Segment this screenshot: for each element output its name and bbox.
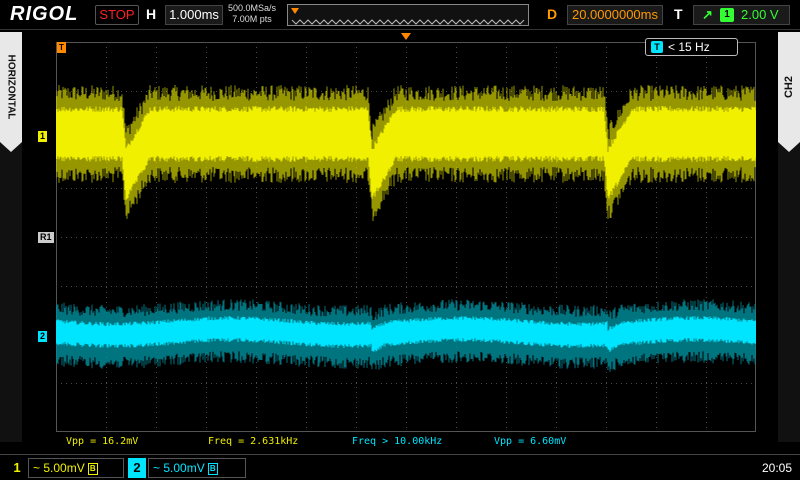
ch1-trace — [56, 85, 756, 221]
ch1-scale-box: ~ 5.00mV B — [28, 458, 124, 478]
trigger-settings[interactable]: ↗ 1 2.00 V — [693, 5, 790, 25]
trigger-position-marker: T — [57, 42, 66, 53]
memory-trace — [291, 19, 525, 25]
top-status-bar: RIGOL STOP H 1.000ms 500.0MSa/s 7.00M pt… — [0, 0, 800, 30]
graticule-and-traces — [56, 42, 756, 432]
right-menu-tab[interactable]: CH2 — [778, 32, 800, 442]
horizontal-tab[interactable]: HORIZONTAL — [0, 32, 22, 142]
ch2-trace — [56, 299, 756, 372]
memory-waveform-icon — [291, 8, 525, 25]
trigger-level: 2.00 V — [741, 7, 779, 22]
ch2-number: 2 — [128, 458, 146, 478]
left-menu-tab[interactable]: HORIZONTAL — [0, 32, 22, 442]
horizontal-tab-label: HORIZONTAL — [5, 54, 17, 120]
filter-cutoff: < 15 Hz — [668, 40, 710, 54]
memory-position-bar[interactable] — [287, 4, 529, 26]
horizontal-label: H — [146, 6, 157, 22]
measurement-ch2-vpp: Vpp = 6.60mV — [494, 436, 567, 447]
ch1-core — [56, 106, 756, 200]
tab-notch-icon — [778, 142, 800, 152]
trigger-source: 1 — [720, 8, 734, 22]
bandwidth-limit-icon: B — [207, 462, 218, 475]
ch1-scale: ~ 5.00mV — [33, 461, 85, 475]
ch2-scale-box: ~ 5.00mV B — [148, 458, 246, 478]
memory-depth: 7.00M pts — [232, 14, 272, 24]
channel-status-bar: 1 ~ 5.00mV B 2 ~ 5.00mV B 20:05 — [0, 454, 800, 480]
rigol-logo: RIGOL — [10, 3, 79, 25]
delay-value[interactable]: 20.0000000ms — [567, 5, 663, 25]
delay-label: D — [547, 6, 558, 22]
waveform-display[interactable] — [56, 42, 756, 432]
ch2-tab[interactable]: CH2 — [778, 32, 800, 142]
ref-r1-marker: R1 — [38, 232, 54, 243]
clock: 20:05 — [762, 461, 793, 475]
measurement-bar: Vpp = 16.2mV Freq = 2.631kHz Freq > 10.0… — [56, 436, 756, 450]
measurement-ch1-vpp: Vpp = 16.2mV — [66, 436, 139, 447]
ch1-number: 1 — [13, 460, 21, 475]
filter-indicator[interactable]: T < 15 Hz — [645, 38, 738, 56]
filter-icon: T — [651, 41, 663, 53]
acquisition-info: 500.0MSa/s 7.00M pts — [228, 3, 276, 25]
ch2-offset-marker[interactable]: 2 — [38, 331, 48, 342]
sample-rate: 500.0MSa/s — [228, 3, 277, 13]
rising-edge-icon: ↗ — [702, 7, 713, 22]
timebase-value[interactable]: 1.000ms — [165, 5, 223, 25]
memory-trigger-marker — [291, 8, 299, 14]
ch2-tab-label: CH2 — [783, 75, 795, 99]
trigger-arrow-icon — [401, 33, 411, 40]
tab-notch-icon — [0, 142, 22, 152]
measurement-ch1-freq: Freq = 2.631kHz — [208, 436, 299, 447]
measurement-ch2-freq: Freq > 10.00kHz — [352, 436, 443, 447]
run-stop-status[interactable]: STOP — [95, 5, 139, 25]
bandwidth-limit-icon: B — [87, 462, 98, 475]
ch2-scale: ~ 5.00mV — [153, 461, 205, 475]
trigger-label: T — [674, 6, 683, 22]
ch1-offset-marker[interactable]: 1 — [38, 131, 48, 142]
